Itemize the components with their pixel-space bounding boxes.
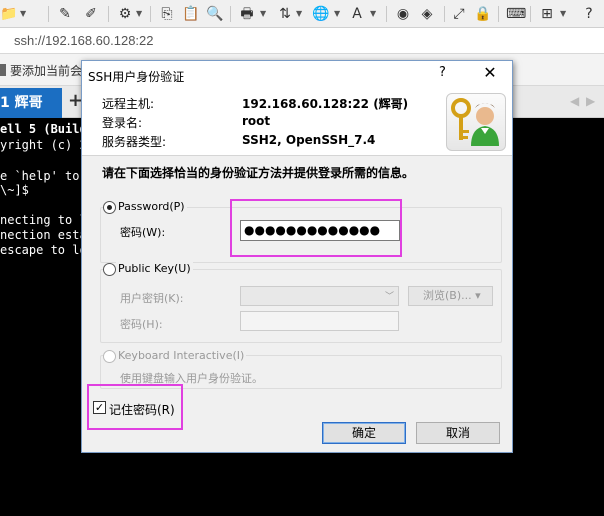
terminal-line: ell 5 (Build bbox=[0, 122, 87, 136]
tab-session[interactable]: 1 辉哥 bbox=[0, 88, 62, 118]
password-highlight-box bbox=[230, 199, 402, 257]
passphrase-field[interactable] bbox=[240, 311, 399, 331]
toolbar-divider bbox=[444, 6, 445, 22]
find-icon[interactable]: 🔍 bbox=[206, 5, 224, 23]
host-value: 192.168.60.128:22 (辉哥) bbox=[242, 97, 409, 111]
toolbar-divider bbox=[48, 6, 49, 22]
dialog-divider bbox=[82, 155, 512, 156]
passphrase-label: 密码(H): bbox=[120, 318, 163, 331]
terminal-line: escape to lo bbox=[0, 243, 87, 257]
chevron-down-icon[interactable]: ▼ bbox=[20, 9, 26, 18]
properties-icon[interactable]: ⚙ bbox=[116, 5, 134, 23]
toolbar-divider bbox=[230, 6, 231, 22]
connect-icon[interactable]: ✎ bbox=[56, 5, 74, 23]
toolbar-divider bbox=[386, 6, 387, 22]
globe-icon[interactable]: 🌐 bbox=[312, 5, 330, 23]
terminal-line: nection esta bbox=[0, 228, 87, 242]
dialog-titlebar: SSH用户身份验证 ? ✕ bbox=[82, 61, 512, 90]
password-group-title[interactable]: Password(P) bbox=[116, 200, 187, 213]
disconnect-icon[interactable]: ✐ bbox=[82, 5, 100, 23]
toolbar-divider bbox=[150, 6, 151, 22]
connection-info: 远程主机: 192.168.60.128:22 (辉哥) 登录名: root 服… bbox=[82, 90, 512, 155]
dialog-help-button[interactable]: ? bbox=[439, 65, 455, 85]
print-icon[interactable]: 🖶 bbox=[238, 5, 256, 23]
terminal-line: necting to l bbox=[0, 213, 87, 227]
keyboard-interactive-title[interactable]: Keyboard Interactive(I) bbox=[116, 349, 247, 362]
toolbar-divider bbox=[498, 6, 499, 22]
xftp-icon[interactable]: ◉ bbox=[394, 5, 412, 23]
user-key-label: 用户密钥(K): bbox=[120, 292, 184, 305]
login-value: root bbox=[242, 114, 271, 128]
chevron-down-icon[interactable]: ▼ bbox=[296, 9, 302, 18]
chevron-down-icon[interactable]: ▼ bbox=[136, 9, 142, 18]
remember-highlight-box bbox=[87, 384, 183, 430]
chevron-down-icon[interactable]: ▼ bbox=[260, 9, 266, 18]
chevron-right-icon[interactable]: ▶ bbox=[586, 94, 595, 108]
bookmark-icon bbox=[0, 64, 6, 76]
toolbar-divider bbox=[108, 6, 109, 22]
chevron-down-icon[interactable]: ▼ bbox=[370, 9, 376, 18]
public-key-radio[interactable] bbox=[103, 263, 116, 276]
fullscreen-icon[interactable]: ⤢ bbox=[450, 5, 468, 23]
host-label: 远程主机: bbox=[102, 97, 155, 111]
server-type-label: 服务器类型: bbox=[102, 135, 167, 149]
lock-icon[interactable]: 🔒 bbox=[474, 5, 492, 23]
hint-text: 要添加当前会 bbox=[10, 64, 83, 78]
folder-icon[interactable]: 📁 bbox=[0, 5, 18, 23]
chevron-down-icon[interactable]: ▼ bbox=[560, 9, 566, 18]
user-key-select[interactable]: ﹀ bbox=[240, 286, 399, 306]
user-key-icon bbox=[446, 93, 506, 151]
address-text[interactable]: ssh://192.168.60.128:22 bbox=[14, 33, 154, 48]
font-icon[interactable]: A bbox=[348, 5, 366, 23]
dialog-close-button[interactable]: ✕ bbox=[480, 63, 500, 85]
dialog-description: 请在下面选择恰当的身份验证方法并提供登录所需的信息。 bbox=[102, 166, 415, 180]
chevron-down-icon: ﹀ bbox=[384, 292, 394, 302]
copy-icon[interactable]: ⎘ bbox=[158, 5, 176, 23]
public-key-group-title[interactable]: Public Key(U) bbox=[116, 262, 193, 275]
browse-button[interactable]: 浏览(B)... ▾ bbox=[408, 286, 493, 306]
main-toolbar: 📁 ▼ ✎ ✐ ⚙ ▼ ⎘ 📋 🔍 🖶 ▼ ⇅ ▼ 🌐 ▼ A ▼ ◉ ◈ ⤢ … bbox=[0, 0, 604, 28]
dialog-title: SSH用户身份验证 bbox=[88, 70, 185, 84]
terminal-line: yright (c) 2 bbox=[0, 138, 87, 152]
terminal-line: e `help' to bbox=[0, 169, 80, 183]
password-radio[interactable] bbox=[103, 201, 116, 214]
ok-button[interactable]: 确定 bbox=[322, 422, 406, 444]
chevron-left-icon[interactable]: ◀ bbox=[570, 94, 579, 108]
help-icon[interactable]: ? bbox=[580, 5, 598, 23]
terminal-line: \~]$ bbox=[0, 183, 29, 197]
new-tab-icon[interactable]: ⊞ bbox=[538, 5, 556, 23]
toolbar-divider bbox=[530, 6, 531, 22]
server-type-value: SSH2, OpenSSH_7.4 bbox=[242, 133, 376, 147]
password-field-label: 密码(W): bbox=[120, 226, 166, 239]
keyboard-interactive-radio[interactable] bbox=[103, 350, 116, 363]
login-label: 登录名: bbox=[102, 116, 143, 130]
chevron-down-icon[interactable]: ▼ bbox=[334, 9, 340, 18]
user-key-icon-graphic bbox=[451, 98, 499, 146]
keyboard-icon[interactable]: ⌨ bbox=[506, 5, 526, 23]
transfer-icon[interactable]: ⇅ bbox=[276, 5, 294, 23]
paste-icon[interactable]: 📋 bbox=[182, 5, 200, 23]
address-bar[interactable]: ssh://192.168.60.128:22 bbox=[0, 28, 604, 54]
xshell-icon[interactable]: ◈ bbox=[418, 5, 436, 23]
cancel-button[interactable]: 取消 bbox=[416, 422, 500, 444]
